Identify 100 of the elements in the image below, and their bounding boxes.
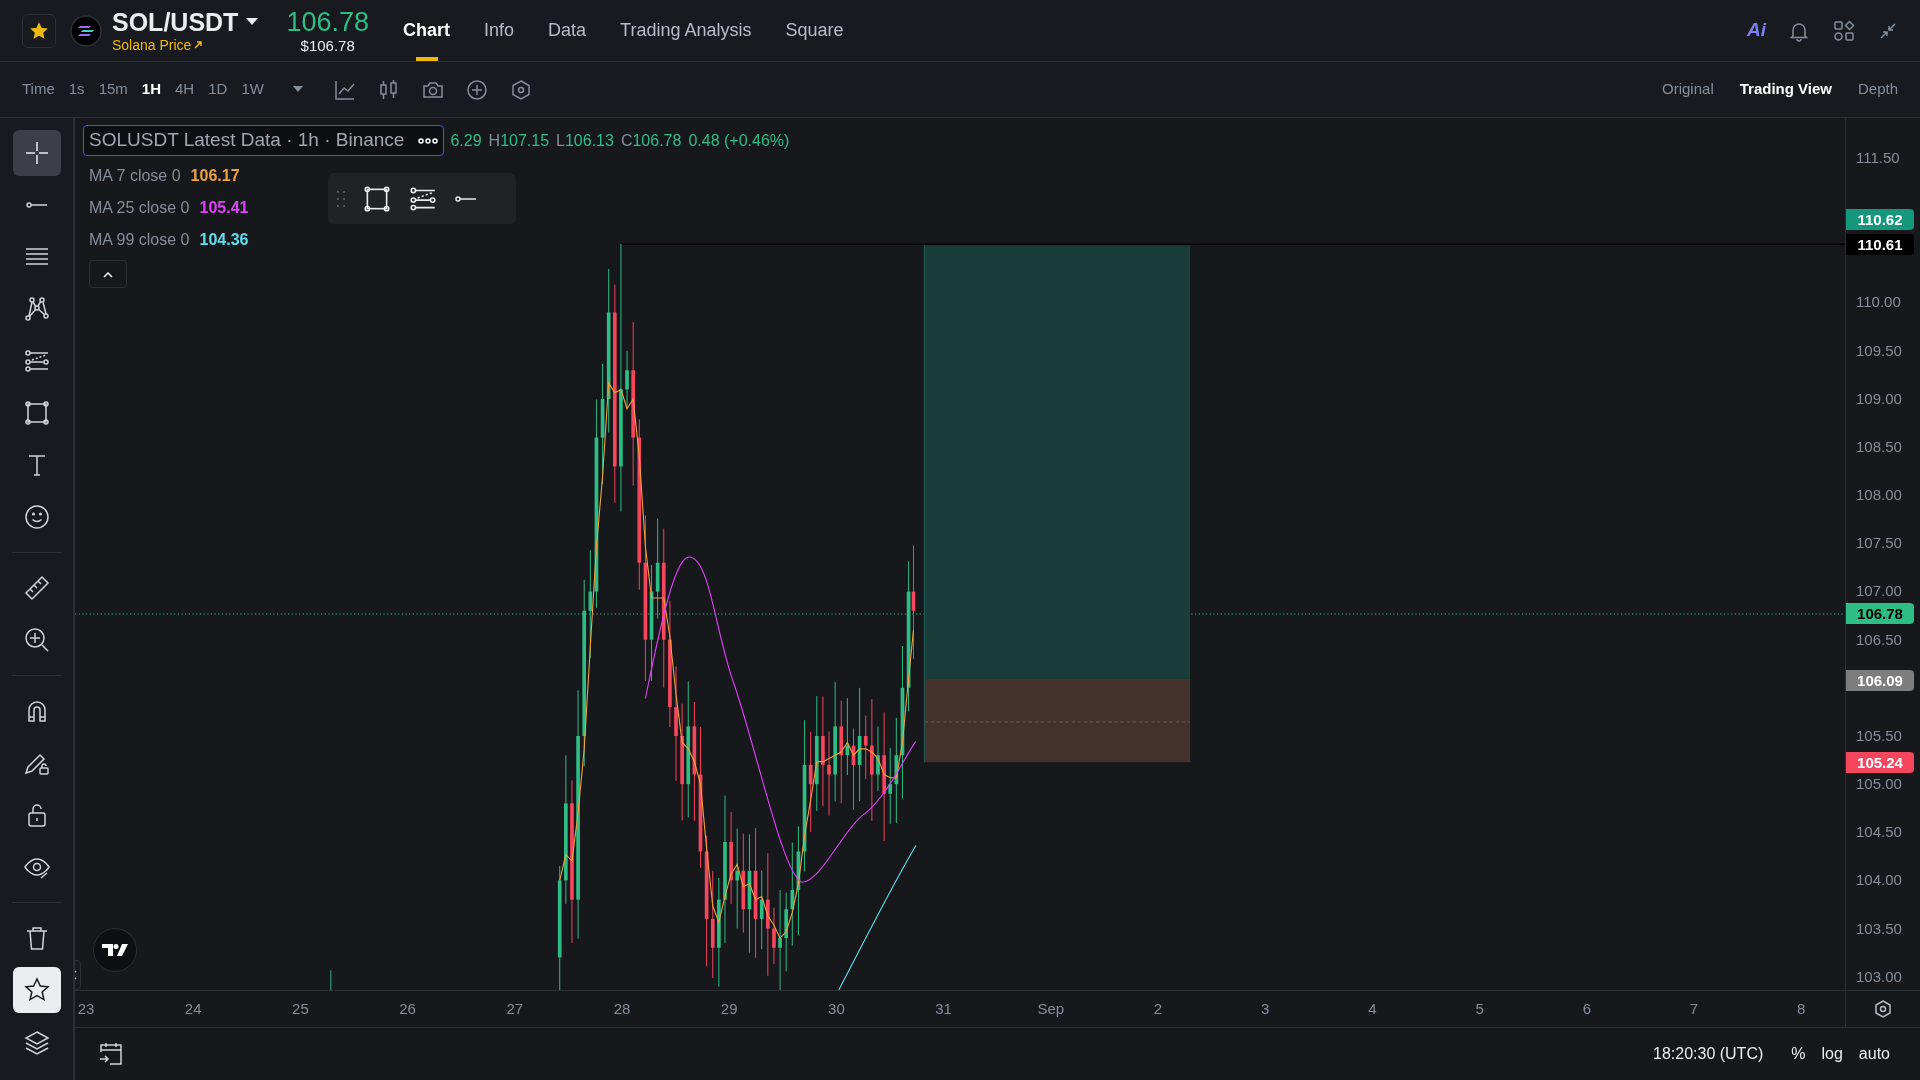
chevron-up-icon: [102, 270, 114, 278]
plus-circle-icon[interactable]: [465, 78, 488, 101]
price-change: 0.48 (+0.46%): [688, 130, 790, 151]
price-tag: 110.62: [1846, 208, 1914, 230]
candlestick: [772, 907, 776, 965]
rectangle-icon: [22, 399, 51, 427]
ohlc-value: L106.13: [556, 130, 614, 151]
price-tick: 104.00: [1856, 871, 1902, 890]
price-tick: 111.50: [1856, 149, 1900, 167]
price-tick: 103.50: [1856, 919, 1902, 938]
price-tick: 108.00: [1856, 486, 1902, 505]
favorite-button[interactable]: [22, 13, 56, 48]
ohlc-value: H107.15: [488, 130, 550, 151]
price-tick: 109.00: [1856, 389, 1902, 408]
coin-logo-icon: [70, 14, 102, 47]
layers-icon: [22, 1028, 51, 1056]
interval-button[interactable]: 1s: [64, 78, 89, 101]
ruler-icon: [22, 574, 51, 602]
time-tick: 6: [1582, 1000, 1591, 1018]
candlestick: [625, 350, 629, 410]
time-tick: 29: [720, 1000, 738, 1018]
indicator-label: MA 25 close 0: [89, 198, 190, 218]
scale-option[interactable]: auto: [1850, 1042, 1898, 1066]
drag-handle-icon[interactable]: [336, 189, 346, 208]
interval-button[interactable]: 1W: [237, 78, 268, 101]
interval-button[interactable]: 1D: [204, 78, 232, 101]
last-price: 106.78: [286, 6, 369, 37]
collapse-button[interactable]: [89, 260, 127, 288]
time-tick: 4: [1368, 1000, 1377, 1018]
time-tick: 25: [292, 1000, 309, 1018]
tool-button[interactable]: [12, 967, 61, 1013]
indicator-label: MA 7 close 0: [89, 166, 181, 186]
indicator-label: MA 99 close 0: [89, 230, 190, 250]
settings-icon[interactable]: [509, 78, 532, 101]
view-tab[interactable]: Original: [1662, 78, 1714, 101]
minimize-icon[interactable]: [1878, 20, 1898, 41]
indicator-value: 105.41: [199, 198, 249, 218]
price-tick: 107.50: [1856, 534, 1902, 553]
star-icon: [30, 21, 48, 40]
time-tick: 24: [184, 1000, 202, 1018]
zoom-in-icon: [22, 626, 51, 654]
utc-time: 18:20:30 (UTC): [1653, 1044, 1764, 1064]
interval-button[interactable]: 15m: [94, 78, 132, 101]
interval-button[interactable]: 1H: [137, 78, 165, 101]
price-tick: 104.50: [1856, 823, 1902, 842]
view-tab[interactable]: Trading View: [1739, 78, 1832, 101]
symbol-name[interactable]: SOL/USDT: [112, 7, 239, 36]
line-chart-icon[interactable]: [333, 78, 356, 101]
price-tag: 105.24: [1846, 751, 1914, 773]
ohlc-value: C106.78: [620, 130, 682, 151]
indicator-value: 106.17: [190, 166, 240, 186]
time-tick: 31: [935, 1000, 952, 1018]
time-tick: Sep: [1037, 1000, 1065, 1018]
indicator-value: 104.36: [199, 230, 249, 250]
tab[interactable]: Square: [773, 0, 856, 61]
price-tick: 105.50: [1856, 726, 1902, 745]
price-tick: 108.50: [1856, 437, 1902, 456]
price-tick: 105.00: [1856, 775, 1902, 794]
tab[interactable]: Data: [536, 0, 599, 61]
time-tick: 3: [1261, 1000, 1270, 1018]
tab[interactable]: Info: [472, 0, 527, 61]
tool-button[interactable]: [12, 130, 61, 176]
smiley-icon: [22, 503, 51, 531]
view-tab[interactable]: Depth: [1857, 78, 1898, 101]
apps-icon[interactable]: [1832, 18, 1856, 43]
rectangle-icon[interactable]: [362, 183, 392, 214]
coin-price-link[interactable]: Solana Price: [112, 35, 192, 54]
scale-option[interactable]: %: [1783, 1042, 1814, 1066]
interval-button[interactable]: 4H: [171, 78, 199, 101]
fib-tool-icon: [22, 347, 51, 375]
time-tick: 28: [613, 1000, 631, 1018]
ohlc-value: 6.29: [450, 130, 482, 151]
caret-down-icon[interactable]: [246, 17, 259, 26]
ai-button[interactable]: Ai: [1747, 16, 1766, 45]
settings-icon[interactable]: [1873, 999, 1893, 1019]
arrow-up-right-icon: [194, 40, 203, 49]
tab[interactable]: Chart: [391, 0, 462, 61]
price-tag: 106.78: [1846, 602, 1914, 624]
legend-title-box[interactable]: SOLUSDT Latest Data · 1h · Binance: [83, 125, 445, 156]
time-tick: 7: [1689, 1000, 1699, 1018]
time-tick: 8: [1797, 1000, 1806, 1018]
candlestick: [876, 726, 880, 792]
time-tick: 26: [399, 1000, 416, 1018]
price-tag: 110.61: [1846, 233, 1914, 255]
price-tick: 109.50: [1856, 341, 1902, 360]
calendar-icon[interactable]: [97, 1040, 125, 1068]
price-tag: 106.09: [1846, 669, 1914, 691]
tab[interactable]: Trading Analysis: [608, 0, 764, 61]
candles-icon[interactable]: [377, 78, 400, 101]
price-tick: 103.00: [1856, 967, 1902, 986]
time-tick: 30: [828, 1000, 845, 1018]
usd-price: $106.78: [300, 36, 355, 55]
scale-option[interactable]: log: [1813, 1042, 1851, 1066]
time-tick: 23: [77, 1000, 95, 1018]
legend-title: SOLUSDT Latest Data · 1h · Binance: [89, 128, 405, 153]
pattern-icon: [22, 295, 51, 323]
more-icon: [418, 137, 439, 144]
time-tick: 27: [506, 1000, 524, 1018]
time-label: Time: [22, 79, 55, 100]
line-tool-icon[interactable]: [454, 195, 478, 202]
